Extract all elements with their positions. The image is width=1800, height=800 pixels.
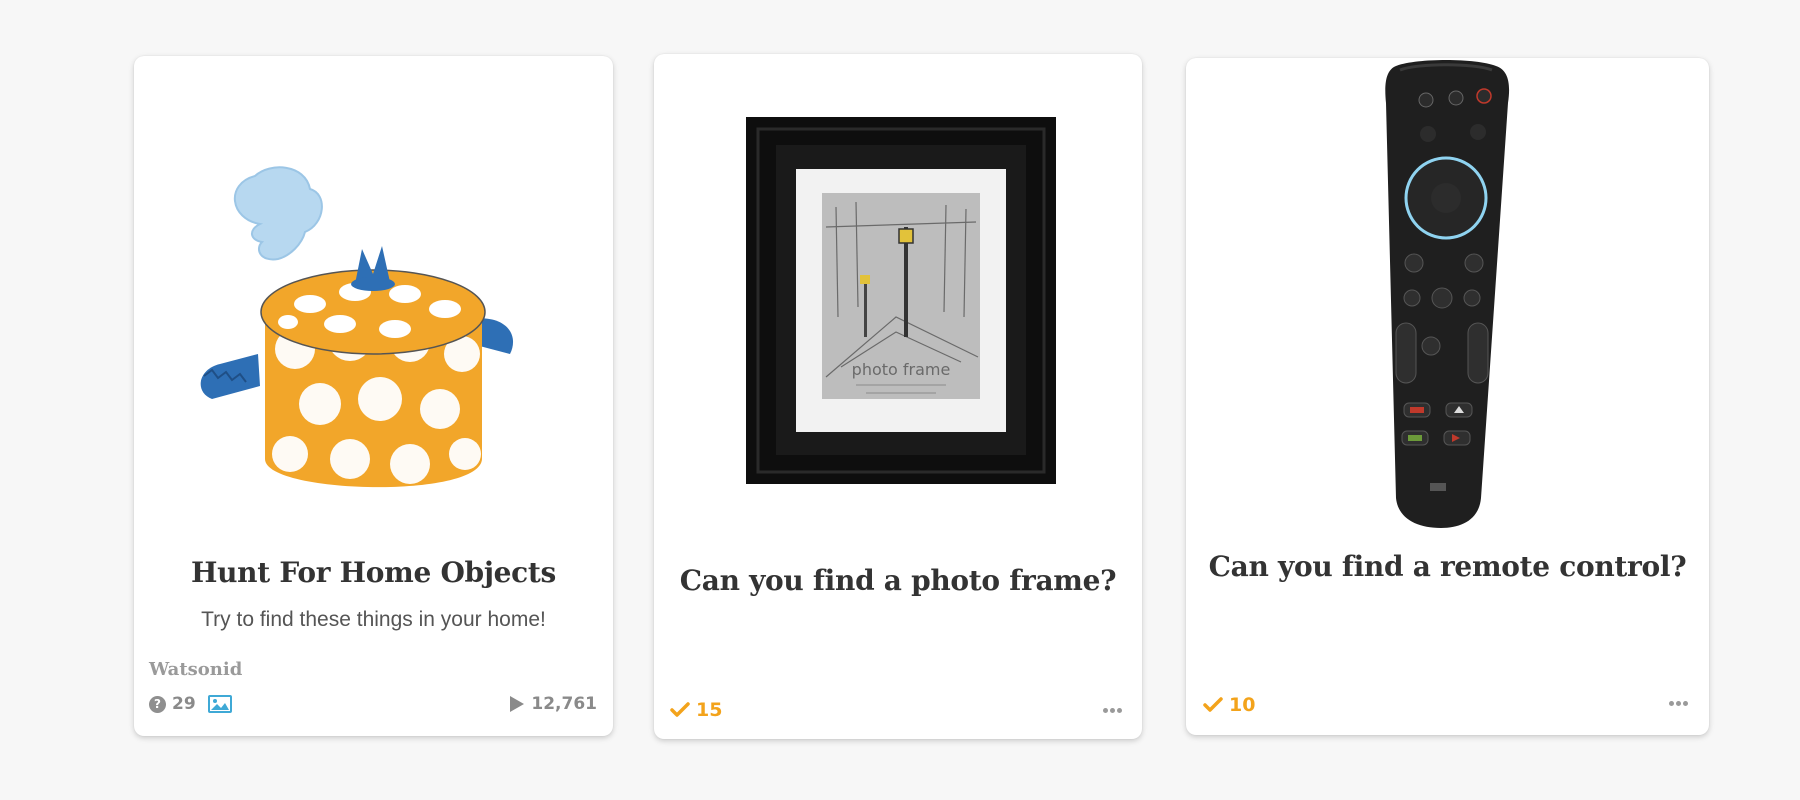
completed-count: 15	[670, 699, 722, 721]
completed-count: 10	[1203, 694, 1255, 716]
play-icon	[509, 695, 525, 713]
question-icon: ?	[149, 695, 166, 713]
remote-control-image	[1356, 58, 1536, 530]
completed-count-value: 10	[1229, 694, 1256, 716]
card-subtitle: Try to find these things in your home!	[201, 608, 546, 631]
photo-frame-image: photo frame	[746, 117, 1056, 484]
decorative-pot-image	[190, 164, 570, 534]
question-card-remote-control[interactable]: Can you find a remote control? 10	[1186, 58, 1709, 735]
checkmark-icon	[670, 702, 690, 718]
play-count-value: 12,761	[531, 694, 597, 714]
question-count: ? 29	[149, 694, 232, 714]
more-options-icon[interactable]	[1103, 708, 1122, 713]
card-title[interactable]: Hunt For Home Objects	[134, 556, 613, 589]
question-count-value: 29	[172, 694, 196, 714]
checkmark-icon	[1203, 697, 1223, 713]
image-icon	[207, 695, 232, 713]
card-title[interactable]: Can you find a photo frame?	[654, 564, 1142, 597]
completed-count-value: 15	[696, 699, 723, 721]
play-count: 12,761	[509, 694, 597, 714]
card-title[interactable]: Can you find a remote control?	[1186, 550, 1709, 583]
more-options-icon[interactable]	[1669, 701, 1688, 706]
author-link[interactable]: Watsonid	[149, 659, 242, 680]
question-card-photo-frame[interactable]: photo frame Can you find a photo frame? …	[654, 54, 1142, 739]
frame-insert-text: photo frame	[852, 360, 951, 379]
quiz-card-hunt-for-home-objects[interactable]: Hunt For Home Objects Try to find these …	[134, 56, 613, 736]
